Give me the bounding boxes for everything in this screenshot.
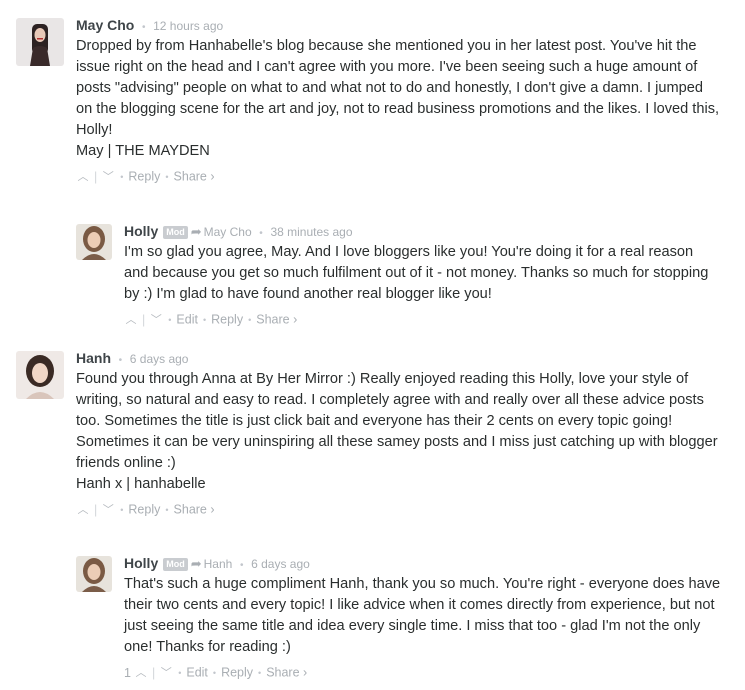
chevron-down-icon[interactable]: ﹀ [159,664,173,682]
moderator-badge: Mod [163,226,188,239]
separator-dot: • [118,355,123,366]
upvote-count: 1 [124,665,131,680]
avatar[interactable] [16,18,64,66]
comment-paragraph: I'm so glad you agree, May. And I love b… [124,244,709,302]
chevron-up-icon[interactable]: ︿ [76,501,90,519]
comment-footer: ︿ | ﹀ • Reply • Share › [76,168,215,186]
chevron-down-icon[interactable]: ﹀ [149,311,163,329]
moderator-badge: Mod [163,558,188,571]
comment-footer: 1 ︿ | ﹀ • Edit • Reply • Share › [124,664,308,682]
comment-body: That's such a huge compliment Hanh, than… [124,574,721,658]
chevron-down-icon[interactable]: ﹀ [101,501,115,519]
timestamp[interactable]: 12 hours ago [153,19,223,33]
author-name[interactable]: May Cho [76,17,134,33]
edit-button[interactable]: Edit [176,313,198,327]
share-button[interactable]: Share › [174,170,215,184]
share-button[interactable]: Share › [174,503,215,517]
comment-body: I'm so glad you agree, May. And I love b… [124,242,721,305]
vote-divider: | [94,502,98,517]
avatar[interactable] [76,224,112,260]
in-reply-to[interactable]: May Cho [204,225,252,239]
reply-button[interactable]: Reply [221,666,253,680]
vote-divider: | [142,312,146,327]
timestamp[interactable]: 6 days ago [251,557,310,571]
author-name[interactable]: Holly [124,555,158,571]
chevron-up-icon[interactable]: ︿ [134,664,148,682]
chevron-up-icon[interactable]: ︿ [124,311,138,329]
vote-divider: | [151,665,156,680]
separator-dot: • [259,228,263,239]
vote-divider: | [94,169,98,184]
timestamp[interactable]: 6 days ago [130,352,189,366]
author-name[interactable]: Hanh [76,350,111,366]
share-button[interactable]: Share › [266,666,307,680]
comment-body: Dropped by from Hanhabelle's blog becaus… [76,36,721,162]
reply-button[interactable]: Reply [211,313,243,327]
chevron-up-icon[interactable]: ︿ [76,168,90,186]
avatar[interactable] [16,351,64,399]
share-button[interactable]: Share › [256,313,297,327]
in-reply-to[interactable]: Hanh [204,557,233,571]
author-name[interactable]: Holly [124,223,158,239]
separator-dot: • [141,22,146,33]
comment-body: Found you through Anna at By Her Mirror … [76,369,721,495]
reply-button[interactable]: Reply [128,170,160,184]
comment-signature: May | THE MAYDEN [76,143,210,159]
reply-button[interactable]: Reply [128,503,160,517]
separator-dot: • [239,560,244,571]
comment-paragraph: That's such a huge compliment Hanh, than… [124,576,721,655]
avatar[interactable] [76,556,112,592]
comment-footer: ︿ | ﹀ • Edit • Reply • Share › [124,311,298,329]
comment-footer: ︿ | ﹀ • Reply • Share › [76,501,215,519]
reply-arrow-icon: ➦ [190,224,202,239]
chevron-down-icon[interactable]: ﹀ [101,168,115,186]
edit-button[interactable]: Edit [186,666,208,680]
comment-paragraph: Dropped by from Hanhabelle's blog becaus… [76,38,720,138]
timestamp[interactable]: 38 minutes ago [270,225,352,239]
comment-paragraph: Found you through Anna at By Her Mirror … [76,371,718,471]
comment-signature: Hanh x | hanhabelle [76,476,206,492]
reply-arrow-icon: ➦ [190,556,202,571]
